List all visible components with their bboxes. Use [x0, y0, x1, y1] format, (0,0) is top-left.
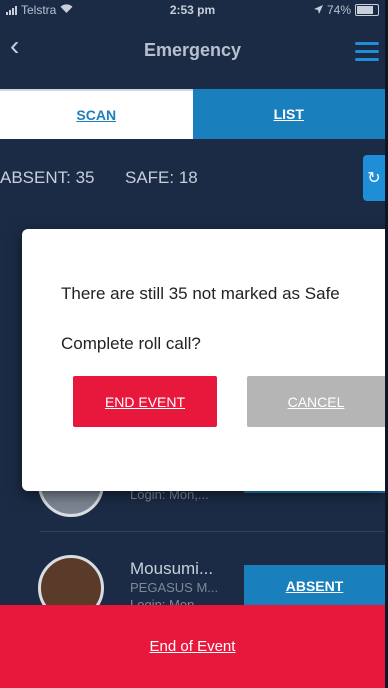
dialog-question: Complete roll call?: [61, 334, 201, 353]
navigation-bar: ‹ Emergency: [0, 20, 385, 80]
status-right: 74%: [313, 3, 379, 17]
back-chevron-icon[interactable]: ‹: [10, 32, 19, 60]
end-of-event-button[interactable]: End of Event: [0, 605, 385, 688]
person-org: PEGASUS M...: [130, 580, 219, 595]
roll-call-dialog: There are still 35 not marked as Safe Co…: [22, 229, 385, 491]
end-event-button[interactable]: END EVENT: [73, 376, 217, 427]
safe-count: SAFE: 18: [125, 168, 198, 187]
absent-button[interactable]: ABSENT: [244, 565, 385, 607]
refresh-icon[interactable]: ↻: [363, 155, 385, 201]
tab-bar: SCAN LIST: [0, 89, 385, 139]
hamburger-menu-icon[interactable]: [355, 42, 379, 66]
battery-percent: 74%: [326, 3, 351, 17]
cancel-button[interactable]: CANCEL: [247, 376, 385, 427]
list-divider: [40, 531, 385, 532]
status-bar: Telstra 2:53 pm 74%: [0, 0, 385, 20]
tab-scan[interactable]: SCAN: [0, 89, 193, 139]
dialog-message: There are still 35 not marked as Safe: [61, 284, 340, 303]
location-arrow-icon: [313, 3, 323, 17]
person-name: Mousumi...: [130, 559, 214, 578]
tab-list[interactable]: LIST: [192, 89, 385, 139]
page-title: Emergency: [143, 39, 242, 60]
summary-counts: ABSENT: 35 SAFE: 18: [0, 168, 385, 198]
battery-icon: [355, 4, 379, 16]
absent-count: ABSENT: 35: [0, 168, 95, 187]
phone-screen: Telstra 2:53 pm 74% ‹ Emergency SCAN LIS…: [0, 0, 388, 688]
